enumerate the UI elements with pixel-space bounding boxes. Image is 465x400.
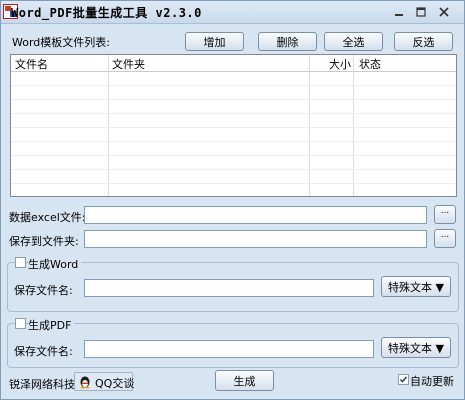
generate-pdf-checkbox[interactable] [15, 318, 26, 329]
title-bar: Word_PDF批量生成工具 v2.3.0 [1, 1, 464, 24]
column-divider [353, 55, 354, 196]
column-status[interactable]: 状态 [359, 56, 381, 72]
row-divider [11, 169, 456, 170]
excel-browse-button[interactable]: ... [434, 205, 456, 224]
auto-update-checkbox[interactable] [398, 374, 409, 385]
row-divider [11, 127, 456, 128]
invert-selection-button[interactable]: 反选 [394, 32, 453, 51]
save-folder-input[interactable] [84, 230, 427, 248]
generate-pdf-label: 生成PDF [28, 317, 75, 333]
table-header: 文件名 文件夹 大小 状态 [11, 55, 456, 72]
app-window: Word_PDF批量生成工具 v2.3.0 Word模板文件列表: 增加 删除 … [0, 0, 465, 400]
word-special-text-button[interactable]: 特殊文本 ▼ [381, 276, 451, 297]
column-divider [108, 55, 109, 196]
row-divider [11, 85, 456, 86]
generate-word-label: 生成Word [28, 256, 82, 272]
brand-label: 锐泽网络科技 [9, 378, 75, 391]
row-divider [11, 155, 456, 156]
file-list-table[interactable]: 文件名 文件夹 大小 状态 [10, 54, 457, 197]
word-save-name-label: 保存文件名: [14, 284, 73, 297]
row-divider [11, 183, 456, 184]
add-button[interactable]: 增加 [185, 32, 244, 51]
minimize-icon[interactable] [391, 6, 407, 18]
column-divider [309, 55, 310, 196]
window-title: Word_PDF批量生成工具 v2.3.0 [11, 6, 202, 20]
pdf-special-text-button[interactable]: 特殊文本 ▼ [381, 337, 451, 358]
qq-chat-button[interactable]: QQ交谈 [74, 372, 135, 391]
auto-update-label: 自动更新 [410, 375, 454, 388]
row-divider [11, 141, 456, 142]
pdf-save-name-input[interactable] [84, 340, 374, 358]
column-folder[interactable]: 文件夹 [112, 56, 145, 72]
qq-chat-label: QQ交谈 [95, 377, 135, 390]
generate-word-checkbox[interactable] [15, 257, 26, 268]
maximize-icon[interactable] [413, 6, 429, 18]
close-icon[interactable] [436, 6, 452, 18]
excel-file-label: 数据excel文件: [9, 211, 86, 224]
save-folder-browse-button[interactable]: ... [434, 229, 456, 248]
excel-file-input[interactable] [84, 206, 427, 224]
delete-button[interactable]: 删除 [258, 32, 317, 51]
generate-button[interactable]: 生成 [215, 370, 274, 391]
column-size[interactable]: 大小 [329, 56, 351, 72]
row-divider [11, 113, 456, 114]
word-save-name-input[interactable] [84, 279, 374, 297]
pdf-save-name-label: 保存文件名: [14, 345, 73, 358]
column-filename[interactable]: 文件名 [15, 56, 48, 72]
save-folder-label: 保存到文件夹: [9, 235, 79, 248]
file-list-label: Word模板文件列表: [12, 36, 110, 49]
qq-penguin-icon [80, 376, 90, 389]
row-divider [11, 99, 456, 100]
select-all-button[interactable]: 全选 [324, 32, 383, 51]
